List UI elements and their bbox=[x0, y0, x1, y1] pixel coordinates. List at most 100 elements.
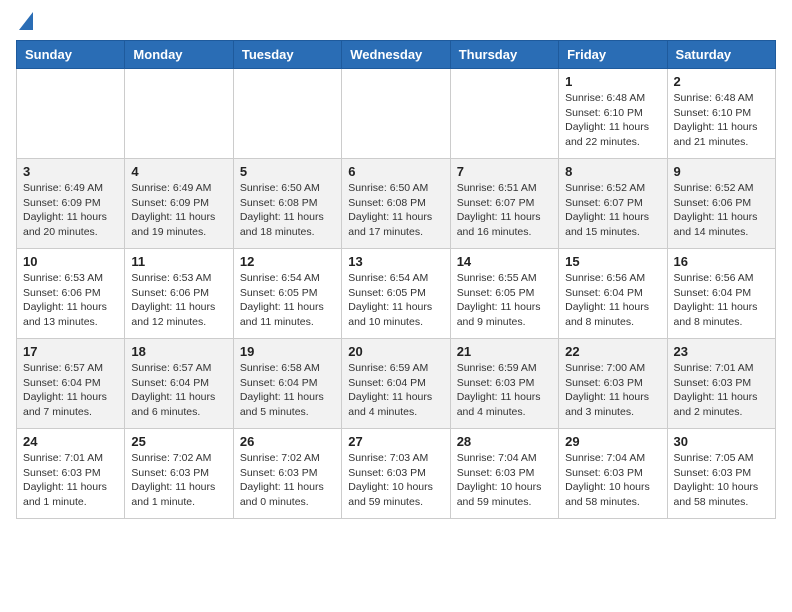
calendar-day: 18 Sunrise: 6:57 AM Sunset: 6:04 PM Dayli… bbox=[125, 339, 233, 429]
day-info: Sunrise: 6:48 AM Sunset: 6:10 PM Dayligh… bbox=[565, 91, 660, 150]
logo bbox=[16, 16, 33, 30]
day-number: 3 bbox=[23, 164, 118, 179]
day-info: Sunrise: 6:56 AM Sunset: 6:04 PM Dayligh… bbox=[674, 271, 769, 330]
day-number: 30 bbox=[674, 434, 769, 449]
calendar-day: 20Sunrise: 6:59 AM Sunset: 6:04 PM Dayli… bbox=[342, 339, 450, 429]
calendar-day: 24 Sunrise: 7:01 AM Sunset: 6:03 PM Dayli… bbox=[17, 429, 125, 519]
calendar-day bbox=[450, 69, 558, 159]
day-number: 26 bbox=[240, 434, 335, 449]
calendar-day bbox=[125, 69, 233, 159]
day-number: 9 bbox=[674, 164, 769, 179]
calendar-day: 9 Sunrise: 6:52 AM Sunset: 6:06 PM Daylig… bbox=[667, 159, 775, 249]
calendar-day: 7 Sunrise: 6:51 AM Sunset: 6:07 PM Daylig… bbox=[450, 159, 558, 249]
day-info: Sunrise: 6:54 AM Sunset: 6:05 PM Dayligh… bbox=[348, 271, 443, 330]
day-info: Sunrise: 6:57 AM Sunset: 6:04 PM Dayligh… bbox=[23, 361, 118, 420]
day-info: Sunrise: 6:54 AM Sunset: 6:05 PM Dayligh… bbox=[240, 271, 335, 330]
day-number: 4 bbox=[131, 164, 226, 179]
calendar-day: 29 Sunrise: 7:04 AM Sunset: 6:03 PM Dayli… bbox=[559, 429, 667, 519]
day-info: Sunrise: 6:51 AM Sunset: 6:07 PM Dayligh… bbox=[457, 181, 552, 240]
day-number: 13 bbox=[348, 254, 443, 269]
calendar-day: 30Sunrise: 7:05 AM Sunset: 6:03 PM Dayli… bbox=[667, 429, 775, 519]
day-info: Sunrise: 6:52 AM Sunset: 6:06 PM Dayligh… bbox=[674, 181, 769, 240]
weekday-header-friday: Friday bbox=[559, 41, 667, 69]
calendar-day: 12 Sunrise: 6:54 AM Sunset: 6:05 PM Dayli… bbox=[233, 249, 341, 339]
calendar-week-4: 17 Sunrise: 6:57 AM Sunset: 6:04 PM Dayli… bbox=[17, 339, 776, 429]
day-number: 1 bbox=[565, 74, 660, 89]
day-info: Sunrise: 6:53 AM Sunset: 6:06 PM Dayligh… bbox=[23, 271, 118, 330]
calendar-header-row: SundayMondayTuesdayWednesdayThursdayFrid… bbox=[17, 41, 776, 69]
day-number: 12 bbox=[240, 254, 335, 269]
day-number: 25 bbox=[131, 434, 226, 449]
day-info: Sunrise: 7:01 AM Sunset: 6:03 PM Dayligh… bbox=[23, 451, 118, 510]
day-info: Sunrise: 6:57 AM Sunset: 6:04 PM Dayligh… bbox=[131, 361, 226, 420]
calendar-day: 4 Sunrise: 6:49 AM Sunset: 6:09 PM Daylig… bbox=[125, 159, 233, 249]
day-number: 20 bbox=[348, 344, 443, 359]
page-header bbox=[16, 16, 776, 30]
calendar-day: 13 Sunrise: 6:54 AM Sunset: 6:05 PM Dayli… bbox=[342, 249, 450, 339]
calendar-week-1: 1 Sunrise: 6:48 AM Sunset: 6:10 PM Daylig… bbox=[17, 69, 776, 159]
day-info: Sunrise: 7:04 AM Sunset: 6:03 PM Dayligh… bbox=[565, 451, 660, 510]
day-info: Sunrise: 6:52 AM Sunset: 6:07 PM Dayligh… bbox=[565, 181, 660, 240]
day-info: Sunrise: 7:03 AM Sunset: 6:03 PM Dayligh… bbox=[348, 451, 443, 510]
day-number: 29 bbox=[565, 434, 660, 449]
day-number: 27 bbox=[348, 434, 443, 449]
calendar-day: 3 Sunrise: 6:49 AM Sunset: 6:09 PM Daylig… bbox=[17, 159, 125, 249]
calendar-day: 5 Sunrise: 6:50 AM Sunset: 6:08 PM Daylig… bbox=[233, 159, 341, 249]
weekday-header-thursday: Thursday bbox=[450, 41, 558, 69]
calendar-week-2: 3 Sunrise: 6:49 AM Sunset: 6:09 PM Daylig… bbox=[17, 159, 776, 249]
day-number: 28 bbox=[457, 434, 552, 449]
day-info: Sunrise: 7:02 AM Sunset: 6:03 PM Dayligh… bbox=[131, 451, 226, 510]
day-info: Sunrise: 6:50 AM Sunset: 6:08 PM Dayligh… bbox=[348, 181, 443, 240]
day-info: Sunrise: 6:56 AM Sunset: 6:04 PM Dayligh… bbox=[565, 271, 660, 330]
calendar-day: 6Sunrise: 6:50 AM Sunset: 6:08 PM Daylig… bbox=[342, 159, 450, 249]
day-number: 14 bbox=[457, 254, 552, 269]
day-number: 16 bbox=[674, 254, 769, 269]
weekday-header-wednesday: Wednesday bbox=[342, 41, 450, 69]
day-number: 21 bbox=[457, 344, 552, 359]
day-info: Sunrise: 6:50 AM Sunset: 6:08 PM Dayligh… bbox=[240, 181, 335, 240]
calendar-week-5: 24 Sunrise: 7:01 AM Sunset: 6:03 PM Dayli… bbox=[17, 429, 776, 519]
day-number: 15 bbox=[565, 254, 660, 269]
day-number: 7 bbox=[457, 164, 552, 179]
calendar-day: 25 Sunrise: 7:02 AM Sunset: 6:03 PM Dayli… bbox=[125, 429, 233, 519]
day-info: Sunrise: 7:00 AM Sunset: 6:03 PM Dayligh… bbox=[565, 361, 660, 420]
weekday-header-saturday: Saturday bbox=[667, 41, 775, 69]
day-info: Sunrise: 6:55 AM Sunset: 6:05 PM Dayligh… bbox=[457, 271, 552, 330]
calendar-day: 21 Sunrise: 6:59 AM Sunset: 6:03 PM Dayli… bbox=[450, 339, 558, 429]
calendar-day: 22 Sunrise: 7:00 AM Sunset: 6:03 PM Dayli… bbox=[559, 339, 667, 429]
day-number: 24 bbox=[23, 434, 118, 449]
day-number: 19 bbox=[240, 344, 335, 359]
day-number: 18 bbox=[131, 344, 226, 359]
day-number: 11 bbox=[131, 254, 226, 269]
logo-triangle-icon bbox=[19, 12, 33, 30]
weekday-header-monday: Monday bbox=[125, 41, 233, 69]
calendar-day bbox=[233, 69, 341, 159]
day-info: Sunrise: 7:02 AM Sunset: 6:03 PM Dayligh… bbox=[240, 451, 335, 510]
day-info: Sunrise: 6:59 AM Sunset: 6:03 PM Dayligh… bbox=[457, 361, 552, 420]
calendar-day: 19 Sunrise: 6:58 AM Sunset: 6:04 PM Dayli… bbox=[233, 339, 341, 429]
day-number: 22 bbox=[565, 344, 660, 359]
day-info: Sunrise: 6:48 AM Sunset: 6:10 PM Dayligh… bbox=[674, 91, 769, 150]
calendar-day: 15 Sunrise: 6:56 AM Sunset: 6:04 PM Dayli… bbox=[559, 249, 667, 339]
calendar-day: 14 Sunrise: 6:55 AM Sunset: 6:05 PM Dayli… bbox=[450, 249, 558, 339]
day-info: Sunrise: 7:04 AM Sunset: 6:03 PM Dayligh… bbox=[457, 451, 552, 510]
day-info: Sunrise: 6:49 AM Sunset: 6:09 PM Dayligh… bbox=[131, 181, 226, 240]
calendar-week-3: 10Sunrise: 6:53 AM Sunset: 6:06 PM Dayli… bbox=[17, 249, 776, 339]
day-number: 23 bbox=[674, 344, 769, 359]
day-number: 8 bbox=[565, 164, 660, 179]
calendar-body: 1 Sunrise: 6:48 AM Sunset: 6:10 PM Daylig… bbox=[17, 69, 776, 519]
day-number: 5 bbox=[240, 164, 335, 179]
weekday-header-sunday: Sunday bbox=[17, 41, 125, 69]
day-info: Sunrise: 6:53 AM Sunset: 6:06 PM Dayligh… bbox=[131, 271, 226, 330]
day-number: 2 bbox=[674, 74, 769, 89]
calendar-day: 2 Sunrise: 6:48 AM Sunset: 6:10 PM Daylig… bbox=[667, 69, 775, 159]
day-info: Sunrise: 6:58 AM Sunset: 6:04 PM Dayligh… bbox=[240, 361, 335, 420]
day-info: Sunrise: 6:49 AM Sunset: 6:09 PM Dayligh… bbox=[23, 181, 118, 240]
calendar-day: 8 Sunrise: 6:52 AM Sunset: 6:07 PM Daylig… bbox=[559, 159, 667, 249]
day-info: Sunrise: 7:01 AM Sunset: 6:03 PM Dayligh… bbox=[674, 361, 769, 420]
calendar-day: 17 Sunrise: 6:57 AM Sunset: 6:04 PM Dayli… bbox=[17, 339, 125, 429]
day-number: 17 bbox=[23, 344, 118, 359]
calendar-day: 26 Sunrise: 7:02 AM Sunset: 6:03 PM Dayli… bbox=[233, 429, 341, 519]
calendar-table: SundayMondayTuesdayWednesdayThursdayFrid… bbox=[16, 40, 776, 519]
calendar-day: 1 Sunrise: 6:48 AM Sunset: 6:10 PM Daylig… bbox=[559, 69, 667, 159]
